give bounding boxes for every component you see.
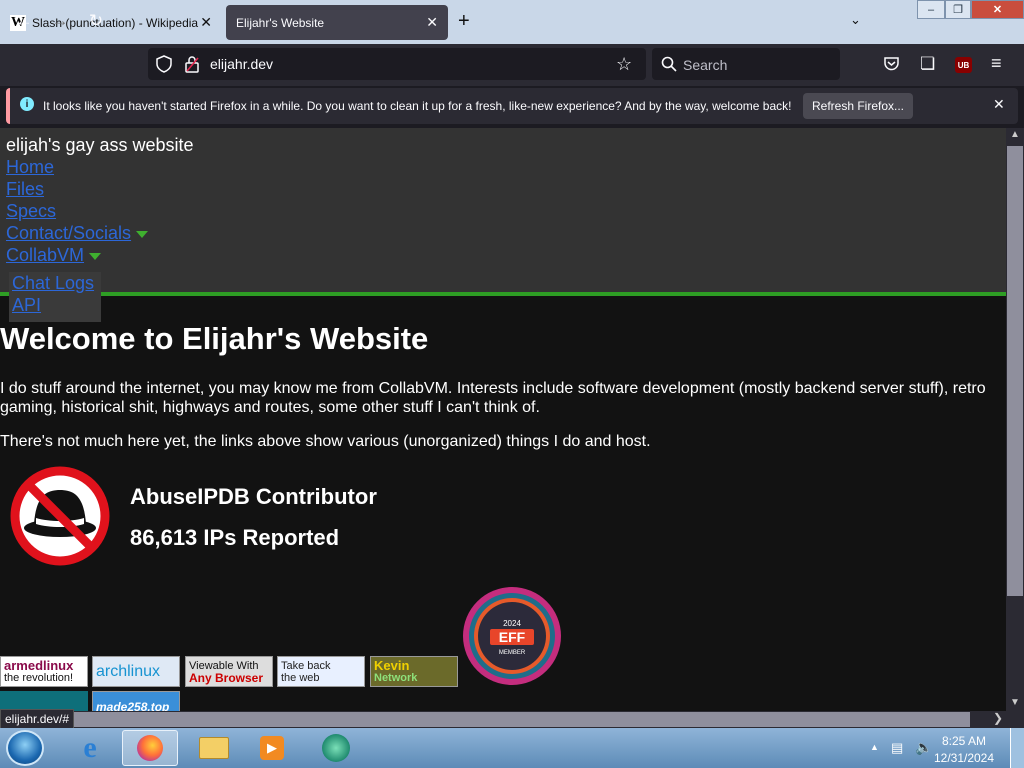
nav-collabvm-link[interactable]: CollabVM <box>6 245 84 265</box>
armedlinux-badge[interactable]: armedlinux the revolution! <box>0 656 88 687</box>
clock-date: 12/31/2024 <box>933 751 995 765</box>
scroll-right-arrow-icon[interactable]: ❯ <box>993 711 1003 725</box>
made258-badge[interactable]: made258.top <box>92 691 180 711</box>
network-icon[interactable]: ▤ <box>891 740 903 756</box>
page-title: Welcome to Elijahr's Website <box>0 321 429 356</box>
site-name: elijah's gay ass website <box>6 135 194 155</box>
show-desktop-button[interactable] <box>1010 728 1024 768</box>
badge-subtext: the revolution! <box>4 671 74 684</box>
status-url: elijahr.dev/# <box>0 709 75 729</box>
dropdown-arrow-icon[interactable] <box>136 231 149 239</box>
badge-text: armedlinux <box>4 657 74 673</box>
badge-text: made258.top <box>96 699 170 712</box>
dropdown-api-link[interactable]: API <box>12 295 41 316</box>
firefox-taskbar-button[interactable] <box>122 730 178 766</box>
clock[interactable]: 8:25 AM 12/31/2024 <box>926 733 1002 767</box>
close-tab-icon[interactable]: ✕ <box>426 14 438 31</box>
abuseipdb-count: 86,613 IPs Reported <box>130 525 340 550</box>
tab-title: Elijahr's Website <box>236 15 325 30</box>
nav-contact-item[interactable]: Contact/Socials <box>6 223 149 244</box>
scroll-down-arrow-icon[interactable]: ▼ <box>1010 697 1020 708</box>
bookmark-star-icon[interactable]: ☆ <box>616 54 632 75</box>
web-content: elijah's gay ass website Home Files Spec… <box>0 128 1006 711</box>
eff-label: MEMBER <box>499 650 526 656</box>
any-browser-badge[interactable]: Viewable With Any Browser <box>185 656 273 687</box>
close-notification-icon[interactable]: ✕ <box>993 96 1005 113</box>
reload-icon[interactable]: ↻ <box>83 8 109 34</box>
start-button[interactable] <box>6 730 44 766</box>
internet-explorer-icon[interactable]: e <box>62 730 118 766</box>
kevin-network-badge[interactable]: Kevin Network <box>370 656 458 687</box>
badge-subtext: the web <box>281 671 320 684</box>
eff-year: 2024 <box>503 619 521 628</box>
window-controls: – ❐ ✕ <box>917 0 1024 19</box>
nav-specs-link[interactable]: Specs <box>6 201 56 222</box>
abuseipdb-logo-icon[interactable] <box>10 466 110 566</box>
dropdown-arrow-icon[interactable] <box>89 253 102 261</box>
minimize-button[interactable]: – <box>917 0 945 19</box>
notification-message: It looks like you haven't started Firefo… <box>43 99 792 113</box>
badge-subtext: Network <box>374 671 418 684</box>
close-tab-icon[interactable]: ✕ <box>200 14 212 31</box>
nav-home-link[interactable]: Home <box>6 157 54 178</box>
take-back-web-badge[interactable]: Take back the web <box>277 656 365 687</box>
eff-member-badge[interactable]: 2024 EFF MEMBER <box>462 586 562 686</box>
teal-badge[interactable] <box>0 691 88 711</box>
shield-icon[interactable] <box>156 55 172 73</box>
nav-files-link[interactable]: Files <box>6 179 44 200</box>
pocket-icon[interactable] <box>883 56 900 72</box>
forward-arrow-icon[interactable]: → <box>47 8 73 34</box>
search-box[interactable] <box>652 48 840 80</box>
back-arrow-icon[interactable]: ← <box>11 8 37 34</box>
search-placeholder[interactable]: Search <box>683 57 727 73</box>
tab-list-chevron-icon[interactable]: ⌄ <box>850 12 861 28</box>
file-explorer-icon[interactable] <box>186 730 242 766</box>
abuseipdb-title[interactable]: AbuseIPDB Contributor <box>130 484 377 510</box>
vertical-scrollbar-thumb[interactable] <box>1007 146 1023 596</box>
tab-elijahr[interactable]: Elijahr's Website ✕ <box>226 5 448 40</box>
intro-paragraph: I do stuff around the internet, you may … <box>0 380 986 416</box>
vm-app-icon[interactable] <box>308 730 364 766</box>
archlinux-badge[interactable]: archlinux <box>92 656 180 687</box>
clock-time: 8:25 AM <box>941 734 987 748</box>
badge-text: Take back <box>281 659 331 672</box>
refresh-firefox-button[interactable]: Refresh Firefox... <box>803 93 913 119</box>
nav-collabvm-item[interactable]: CollabVM <box>6 245 102 266</box>
url-text[interactable]: elijahr.dev <box>210 56 273 72</box>
dropdown-chat-logs-link[interactable]: Chat Logs <box>12 273 94 294</box>
media-player-icon[interactable]: ▶ <box>244 730 300 766</box>
new-tab-button[interactable]: + <box>458 10 470 33</box>
badge-text: Viewable With <box>189 659 259 672</box>
extensions-puzzle-icon[interactable]: ❏ <box>920 54 935 74</box>
close-window-button[interactable]: ✕ <box>971 0 1024 19</box>
lock-icon[interactable] <box>184 55 200 73</box>
ublock-origin-icon[interactable]: UB <box>955 57 972 73</box>
info-icon: i <box>20 97 34 111</box>
horizontal-scrollbar-thumb[interactable] <box>72 712 970 727</box>
search-icon <box>661 56 677 72</box>
firefox-icon <box>137 735 163 761</box>
menu-hamburger-icon[interactable]: ≡ <box>991 53 1002 74</box>
restore-button[interactable]: ❐ <box>945 0 971 19</box>
badge-subtext: Any Browser <box>189 670 264 685</box>
badge-text: Kevin <box>374 657 410 673</box>
badge-text: archlinux <box>96 662 161 680</box>
scroll-up-arrow-icon[interactable]: ▲ <box>1010 129 1020 140</box>
tray-expand-icon[interactable]: ▲ <box>870 742 879 752</box>
note-paragraph: There's not much here yet, the links abo… <box>0 433 651 450</box>
nav-contact-link[interactable]: Contact/Socials <box>6 223 131 243</box>
eff-name: EFF <box>499 629 526 645</box>
